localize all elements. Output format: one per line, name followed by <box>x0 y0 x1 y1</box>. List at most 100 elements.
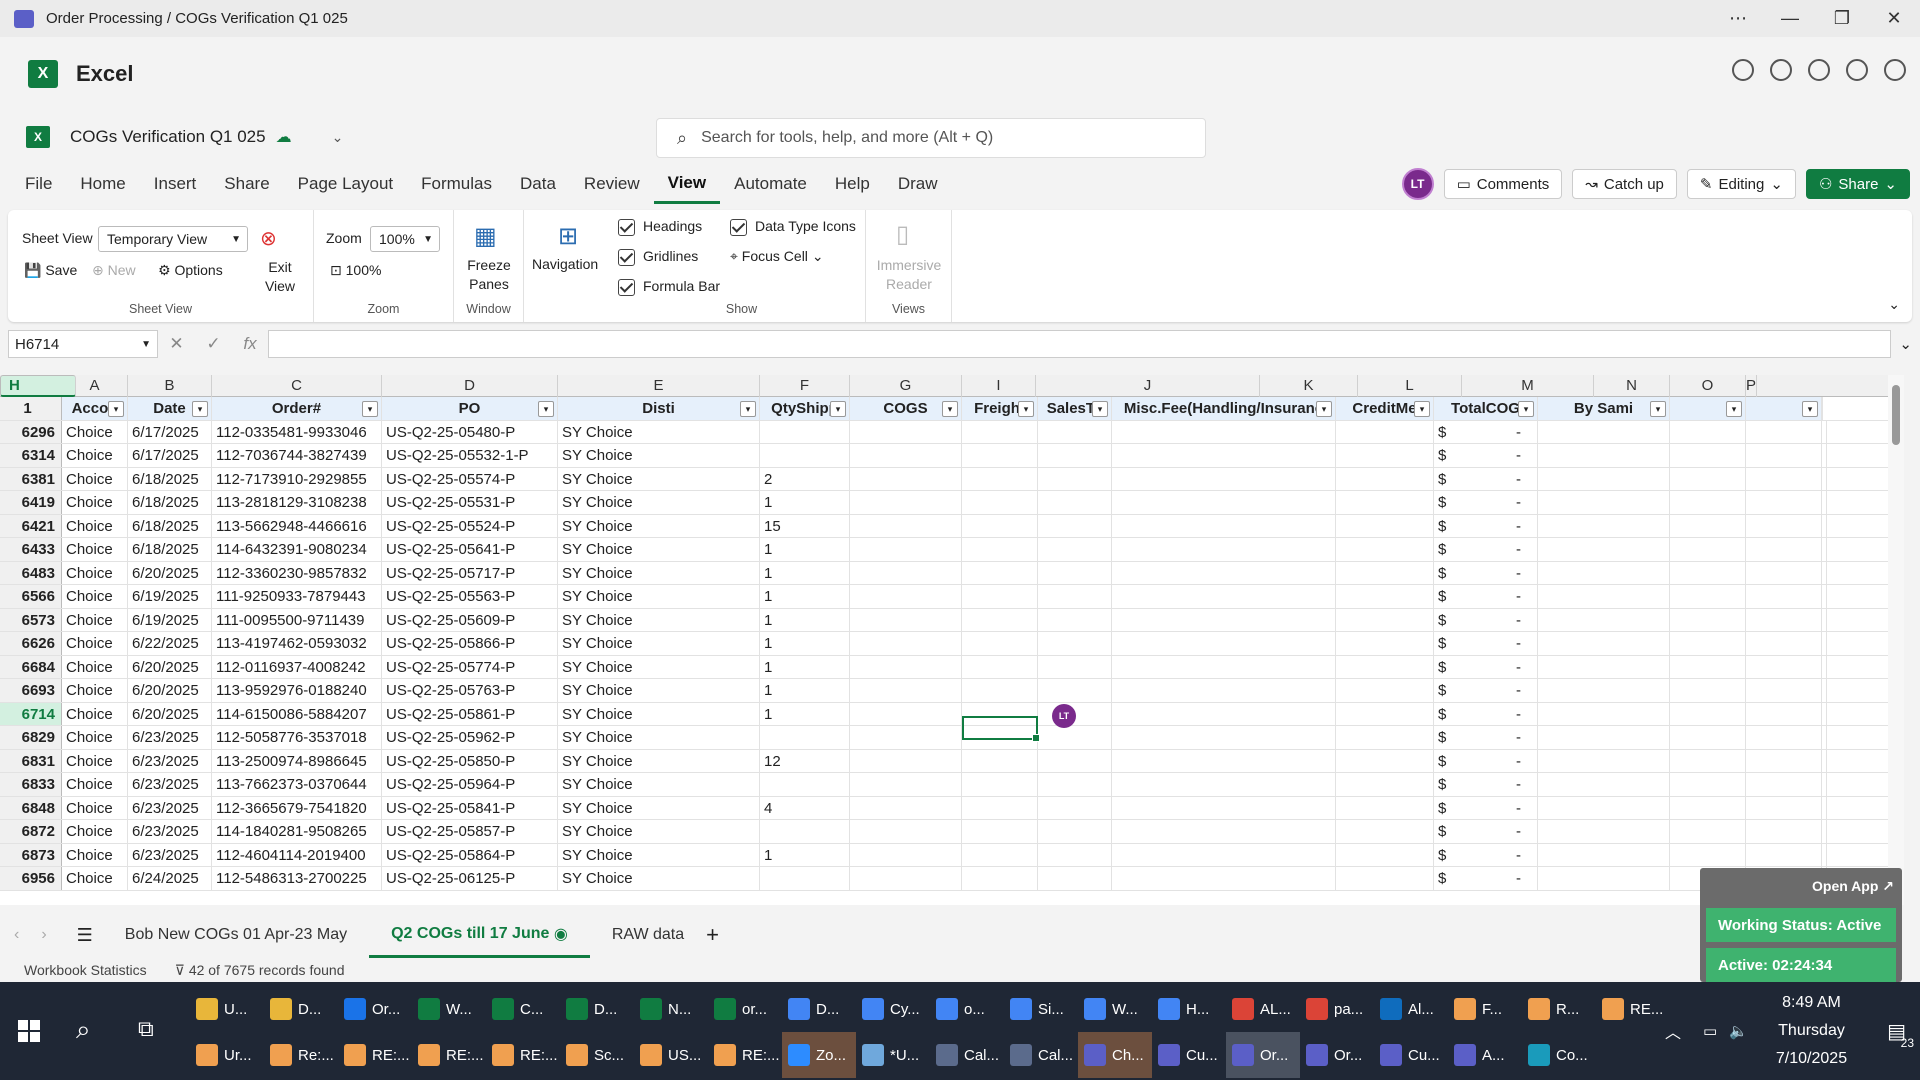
taskbar-item[interactable]: R... <box>1522 986 1596 1032</box>
task-view-icon[interactable]: ⧉ <box>138 1016 154 1042</box>
volume-icon[interactable]: 🔈 <box>1729 1022 1748 1040</box>
cell-c[interactable]: 112-4604114-2019400 <box>212 843 382 866</box>
row-number[interactable]: 6419 <box>0 491 62 514</box>
taskbar-item[interactable]: RE... <box>1596 986 1670 1032</box>
cell-b[interactable]: 6/18/2025 <box>128 467 212 490</box>
cell-d[interactable]: US-Q2-25-05857-P <box>382 820 558 843</box>
taskbar-item[interactable]: A... <box>1448 1032 1522 1078</box>
header-cell-k[interactable]: CreditMe ▾ <box>1336 397 1434 420</box>
cell-g[interactable] <box>850 561 962 584</box>
focus-cell-button[interactable]: ⌖ Focus Cell ⌄ <box>730 248 824 265</box>
cell-f[interactable]: 2 <box>760 467 850 490</box>
cell-n[interactable] <box>1670 773 1746 796</box>
cell-l[interactable]: $ - <box>1434 420 1538 443</box>
cell-n[interactable] <box>1670 726 1746 749</box>
document-name[interactable]: COGs Verification Q1 025 <box>70 127 266 147</box>
cell-i[interactable] <box>1038 820 1112 843</box>
taskbar-item[interactable]: F... <box>1448 986 1522 1032</box>
cell-j[interactable] <box>1112 773 1336 796</box>
cell-j[interactable] <box>1112 632 1336 655</box>
cell-d[interactable]: US-Q2-25-05563-P <box>382 585 558 608</box>
taskbar-item[interactable]: *U... <box>856 1032 930 1078</box>
cell-b[interactable]: 6/17/2025 <box>128 420 212 443</box>
new-view-button[interactable]: ⊕ New <box>92 262 136 279</box>
row-number[interactable]: 6831 <box>0 749 62 772</box>
cell-a[interactable]: Choice <box>62 820 128 843</box>
cell-j[interactable] <box>1112 420 1336 443</box>
selected-cell[interactable] <box>962 715 1040 742</box>
cell-m[interactable] <box>1538 796 1670 819</box>
header-cell-d[interactable]: PO ▾ <box>382 397 558 420</box>
header-cell-f[interactable]: QtyShipp ▾ <box>760 397 850 420</box>
cell-b[interactable]: 6/20/2025 <box>128 655 212 678</box>
comments-button[interactable]: ▭ Comments <box>1443 169 1563 199</box>
cell-i[interactable] <box>1038 561 1112 584</box>
cell-k[interactable] <box>1336 820 1434 843</box>
cell-e[interactable]: SY Choice <box>558 796 760 819</box>
cell-p[interactable] <box>1822 538 1827 561</box>
cell-i[interactable] <box>1038 867 1112 890</box>
column-header-b[interactable]: B <box>128 375 212 397</box>
cancel-icon[interactable]: ✕ <box>169 334 183 354</box>
cell-c[interactable]: 112-3360230-9857832 <box>212 561 382 584</box>
cell-e[interactable]: SY Choice <box>558 702 760 725</box>
cell-d[interactable]: US-Q2-25-05964-P <box>382 773 558 796</box>
taskbar-item[interactable]: Or... <box>1300 1032 1374 1078</box>
cell-e[interactable]: SY Choice <box>558 749 760 772</box>
column-header-n[interactable]: N <box>1594 375 1670 397</box>
cell-f[interactable] <box>760 444 850 467</box>
formula-input[interactable] <box>268 330 1892 358</box>
cell-p[interactable] <box>1822 491 1827 514</box>
cell-h[interactable] <box>962 655 1038 678</box>
cell-d[interactable]: US-Q2-25-05841-P <box>382 796 558 819</box>
cell-o[interactable] <box>1746 467 1822 490</box>
taskbar-item[interactable]: Or... <box>1226 1032 1300 1078</box>
data-type-icons-checkbox[interactable]: Data Type Icons <box>730 218 856 236</box>
restore-icon[interactable]: ❐ <box>1816 0 1868 37</box>
cell-g[interactable] <box>850 773 962 796</box>
cell-k[interactable] <box>1336 608 1434 631</box>
cell-p[interactable] <box>1822 749 1827 772</box>
cell-g[interactable] <box>850 679 962 702</box>
cell-d[interactable]: US-Q2-25-05861-P <box>382 702 558 725</box>
cell-m[interactable] <box>1538 420 1670 443</box>
taskbar-item[interactable]: o... <box>930 986 1004 1032</box>
cell-m[interactable] <box>1538 843 1670 866</box>
cell-d[interactable]: US-Q2-25-05866-P <box>382 632 558 655</box>
filter-dropdown-icon[interactable]: ▾ <box>830 401 846 417</box>
cell-j[interactable] <box>1112 538 1336 561</box>
cell-o[interactable] <box>1746 632 1822 655</box>
taskbar-item[interactable]: AL... <box>1226 986 1300 1032</box>
header-cell-g[interactable]: COGS ▾ <box>850 397 962 420</box>
filter-dropdown-icon[interactable]: ▾ <box>1726 401 1742 417</box>
taskbar-item[interactable]: U... <box>190 986 264 1032</box>
cell-h[interactable] <box>962 749 1038 772</box>
cell-k[interactable] <box>1336 585 1434 608</box>
taskbar-item[interactable]: US... <box>634 1032 708 1078</box>
cell-o[interactable] <box>1746 514 1822 537</box>
row-number[interactable]: 6421 <box>0 514 62 537</box>
scrollbar-thumb[interactable] <box>1892 385 1900 445</box>
cell-i[interactable] <box>1038 514 1112 537</box>
cell-g[interactable] <box>850 726 962 749</box>
cell-m[interactable] <box>1538 561 1670 584</box>
cell-f[interactable]: 1 <box>760 538 850 561</box>
prev-sheet-icon[interactable]: ‹ <box>14 926 19 944</box>
row-number[interactable]: 1 <box>0 397 62 420</box>
open-app-button[interactable]: Open App ↗ <box>1812 878 1894 895</box>
cell-c[interactable]: 113-2500974-8986645 <box>212 749 382 772</box>
cell-i[interactable] <box>1038 608 1112 631</box>
cell-o[interactable] <box>1746 585 1822 608</box>
navigation-button[interactable]: Navigation <box>532 256 598 272</box>
cell-f[interactable]: 1 <box>760 608 850 631</box>
headings-checkbox[interactable]: Headings <box>618 218 702 236</box>
cell-g[interactable] <box>850 796 962 819</box>
tab-view[interactable]: View <box>653 164 721 204</box>
cell-a[interactable]: Choice <box>62 726 128 749</box>
column-header-p[interactable]: P <box>1746 375 1758 397</box>
cell-g[interactable] <box>850 608 962 631</box>
column-header-k[interactable]: K <box>1260 375 1358 397</box>
cell-n[interactable] <box>1670 538 1746 561</box>
cell-a[interactable]: Choice <box>62 585 128 608</box>
cell-c[interactable]: 112-0335481-9933046 <box>212 420 382 443</box>
